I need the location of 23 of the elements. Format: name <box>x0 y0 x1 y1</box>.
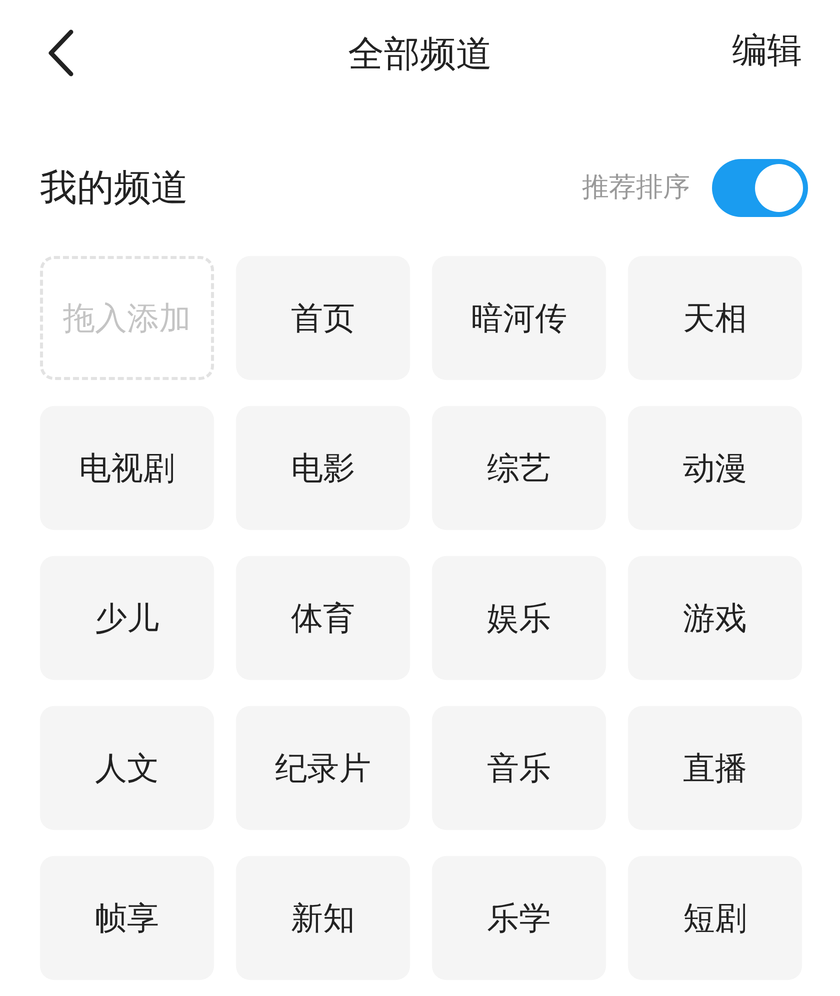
channel-tile[interactable]: 游戏 <box>628 556 802 680</box>
channel-tile[interactable]: 帧享 <box>40 856 214 980</box>
channel-tile[interactable]: 音乐 <box>432 706 606 830</box>
channel-tile[interactable]: 暗河传 <box>432 256 606 380</box>
channel-tile[interactable]: 体育 <box>236 556 410 680</box>
channel-tile[interactable]: 乐学 <box>432 856 606 980</box>
sort-label: 推荐排序 <box>582 170 690 205</box>
channel-tile[interactable]: 直播 <box>628 706 802 830</box>
channel-tile[interactable]: 新知 <box>236 856 410 980</box>
channel-tile[interactable]: 少儿 <box>40 556 214 680</box>
channel-tile[interactable]: 综艺 <box>432 406 606 530</box>
channel-tile[interactable]: 人文 <box>40 706 214 830</box>
page-title: 全部频道 <box>348 37 492 73</box>
edit-button[interactable]: 编辑 <box>732 34 802 69</box>
channel-tile[interactable]: 短剧 <box>628 856 802 980</box>
channel-tile[interactable]: 首页 <box>236 256 410 380</box>
channel-tile[interactable]: 电影 <box>236 406 410 530</box>
channel-tile[interactable]: 天相 <box>628 256 802 380</box>
section-title: 我的频道 <box>40 165 188 212</box>
channel-tile[interactable]: 动漫 <box>628 406 802 530</box>
channel-tile[interactable]: 纪录片 <box>236 706 410 830</box>
channel-tile[interactable]: 娱乐 <box>432 556 606 680</box>
channel-tile[interactable]: 电视剧 <box>40 406 214 530</box>
